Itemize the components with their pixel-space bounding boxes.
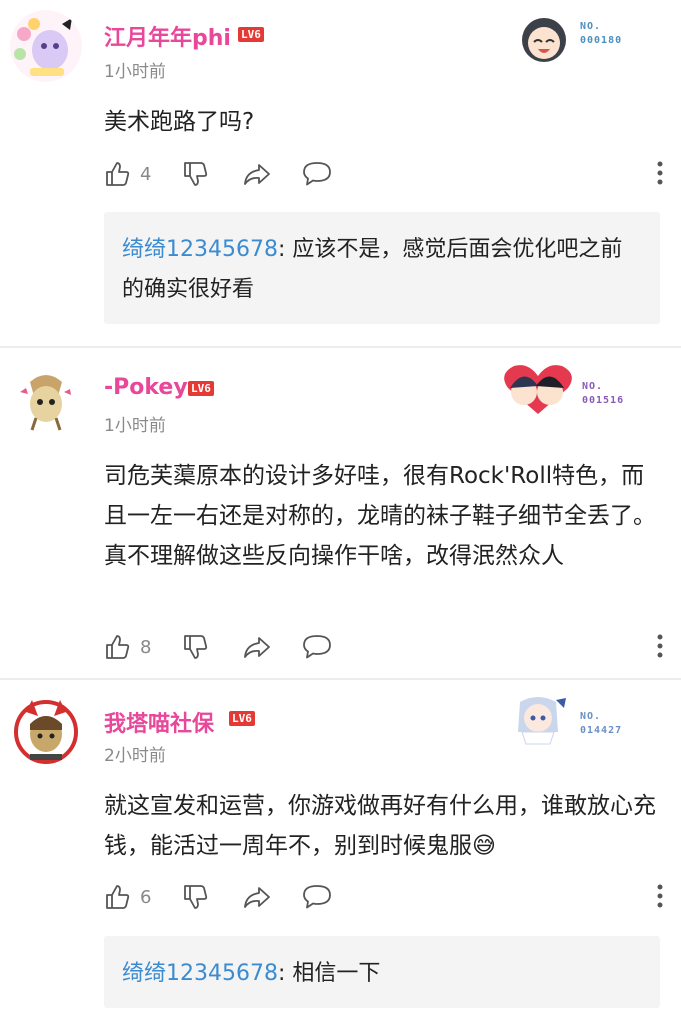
badge-avatar-icon — [518, 14, 570, 64]
comment-button[interactable] — [302, 631, 332, 663]
badge-number: NO. 000180 — [580, 21, 623, 46]
thumbs-down-icon — [184, 162, 208, 186]
speech-bubble-icon — [303, 635, 331, 659]
comment-content: 司危芙蕖原本的设计多好哇，很有Rock'Roll特色，而且一左一右还是对称的，龙… — [104, 463, 656, 569]
dislike-button[interactable] — [182, 631, 210, 663]
thumbs-up-icon — [106, 885, 130, 909]
share-button[interactable] — [242, 881, 272, 913]
comment-button[interactable] — [302, 158, 332, 190]
badge-number: NO. 001516 — [582, 381, 625, 406]
thumbs-down-icon — [184, 635, 208, 659]
reply-block[interactable]: 绮绮12345678: 应该不是，感觉后面会优化吧之前的确实很好看 — [104, 212, 660, 324]
like-button[interactable]: 4 — [104, 158, 151, 190]
comment-button[interactable] — [302, 881, 332, 913]
speech-bubble-icon — [303, 885, 331, 909]
comment-content: 美术跑路了吗? — [104, 109, 255, 135]
fan-badge[interactable]: NO. 001516 — [500, 362, 640, 414]
username[interactable]: 我塔喵社保 — [104, 706, 214, 738]
comment-actions: 6 — [104, 881, 664, 913]
dislike-button[interactable] — [182, 881, 210, 913]
comment-time: 2小时前 — [104, 746, 166, 766]
comment-time: 1小时前 — [104, 62, 166, 82]
like-button[interactable]: 8 — [104, 631, 151, 663]
share-icon — [244, 164, 270, 185]
username[interactable]: -Pokey — [104, 375, 188, 400]
like-count: 8 — [140, 636, 152, 658]
badge-avatar-icon — [500, 362, 576, 414]
share-icon — [244, 637, 270, 658]
share-button[interactable] — [242, 158, 272, 190]
reply-author[interactable]: 绮绮12345678 — [122, 237, 278, 262]
comment-actions: 4 — [104, 158, 664, 190]
speech-bubble-icon — [303, 162, 331, 186]
more-options-icon[interactable] — [656, 633, 664, 663]
reply-block[interactable]: 绮绮12345678: 相信一下 — [104, 936, 660, 1008]
comment-item: 我塔喵社保 LV6 2小时前 NO. 014427 就这宣发和运营，你游戏做再好… — [0, 680, 681, 1024]
level-badge: LV6 — [229, 711, 255, 726]
user-avatar[interactable] — [10, 364, 82, 436]
comment-content: 就这宣发和运营，你游戏做再好有什么用，谁敢放心充钱，能活过一周年不，别到时候鬼服… — [104, 793, 656, 859]
like-button[interactable]: 6 — [104, 881, 151, 913]
comment-time: 1小时前 — [104, 416, 166, 436]
comment-item: 江月年年phi LV6 1小时前 NO. 000180 美术跑路了吗? 4 绮绮… — [0, 0, 681, 346]
badge-avatar-icon — [506, 692, 570, 745]
share-button[interactable] — [242, 631, 272, 663]
level-badge: LV6 — [238, 27, 264, 42]
reply-author[interactable]: 绮绮12345678 — [122, 961, 278, 986]
level-badge: LV6 — [188, 381, 214, 396]
fan-badge[interactable]: NO. 000180 — [518, 14, 658, 64]
comment-item: -Pokey LV6 1小时前 NO. 001516 司危芙蕖原本的设计多好哇，… — [0, 348, 681, 678]
user-avatar[interactable] — [10, 694, 82, 766]
more-options-icon[interactable] — [656, 160, 664, 190]
username[interactable]: 江月年年phi — [104, 20, 231, 52]
reply-text: : 相信一下 — [277, 961, 381, 986]
thumbs-up-icon — [106, 162, 130, 186]
dislike-button[interactable] — [182, 158, 210, 190]
comment-actions: 8 — [104, 631, 664, 663]
badge-number: NO. 014427 — [580, 711, 623, 736]
more-options-icon[interactable] — [656, 883, 664, 913]
thumbs-down-icon — [184, 885, 208, 909]
thumbs-up-icon — [106, 635, 130, 659]
user-avatar[interactable] — [10, 10, 82, 82]
like-count: 6 — [140, 886, 152, 908]
fan-badge[interactable]: NO. 014427 — [506, 692, 646, 745]
share-icon — [244, 887, 270, 908]
like-count: 4 — [140, 163, 152, 185]
